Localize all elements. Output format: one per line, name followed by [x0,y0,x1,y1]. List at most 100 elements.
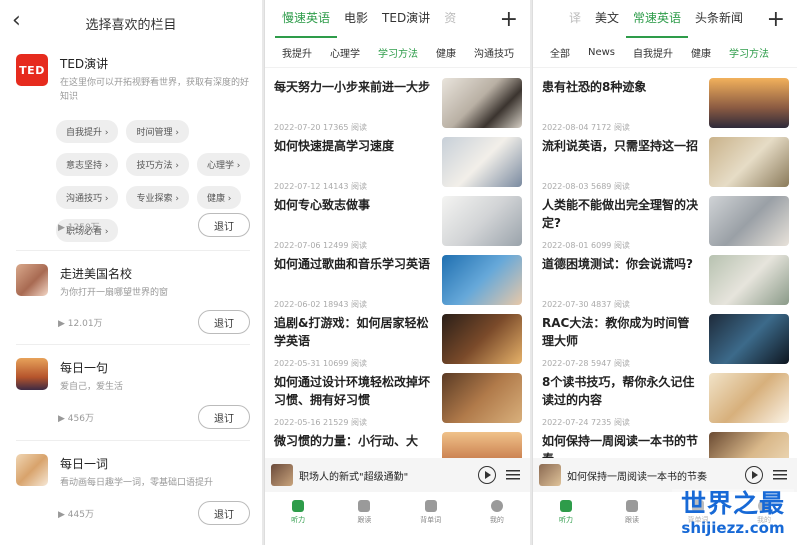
category-tabs: 全部 News 自我提升 健康 学习方法 [533,38,797,68]
article-card[interactable]: 追剧&打游戏：如何居家轻松学英语 2022-05-31 10699 阅读 [273,314,522,372]
nav-label: 我的 [489,515,504,524]
unsubscribe-button[interactable]: 退订 [198,405,250,429]
article-thumbnail [442,196,522,246]
tab-partial[interactable]: 资 [437,9,463,38]
channel-thumbnail [16,454,48,486]
player-title: 如何保持一周阅读一本书的节奏 [567,471,707,483]
nav-me[interactable]: 我的 [464,494,530,530]
watermark-url: shijiezz.com [681,519,785,537]
article-card[interactable]: 人类能不能做出完全理智的决定? 2022-08-01 6099 阅读 [541,196,789,254]
divider [16,344,250,345]
play-icon[interactable] [478,466,496,484]
tab-ted[interactable]: TED演讲 [375,9,437,38]
play-count: ▶ 445万 [58,510,94,520]
article-thumbnail [442,373,522,423]
article-title: 微习惯的力量：小行动、大 [274,434,419,448]
play-count: ▶ 456万 [58,414,94,424]
nav-read-along[interactable]: 跟读 [599,494,665,530]
bottom-nav: 听力 跟读 背单词 我的 [265,494,530,530]
tag-chip[interactable]: 专业探索 › [126,186,189,209]
mini-player[interactable]: 职场人的新式"超级通勤" [265,458,530,492]
unsubscribe-button[interactable]: 退订 [198,213,250,237]
channel-item-us-schools: 走进美国名校 为你打开一扇哪望世界的窗 ▶ 12.01万 退订 [16,264,250,334]
mic-icon [626,499,638,512]
playlist-icon[interactable] [506,469,520,481]
nav-listening[interactable]: 听力 [265,494,331,530]
subtab[interactable]: 心理学 [321,45,369,60]
tag-chip[interactable]: 技巧方法 › [126,153,189,176]
book-icon [424,499,437,512]
tag-chip[interactable]: 自我提升 › [56,120,119,143]
nav-listening[interactable]: 听力 [533,494,599,530]
article-thumbnail [709,314,789,364]
tag-chip[interactable]: 时间管理 › [126,120,189,143]
article-card[interactable]: 如何通过设计环境轻松改掉坏习惯、拥有好习惯 2022-05-16 21529 阅读 [273,373,522,431]
site-watermark: 世界之最 shijiezz.com [672,489,794,543]
article-meta: 2022-07-20 17365 阅读 [274,123,368,132]
subtab[interactable]: 全部 [541,45,579,60]
tag-chip[interactable]: 沟通技巧 › [56,186,119,209]
nav-read-along[interactable]: 跟读 [331,494,397,530]
article-thumbnail [442,255,522,305]
home-icon [292,499,305,512]
channel-desc: 为你打开一扇哪望世界的窗 [60,288,169,298]
article-title: 如何通过设计环境轻松改掉坏习惯、拥有好习惯 [274,375,431,407]
article-meta: 2022-07-30 4837 阅读 [542,300,630,309]
article-card[interactable]: 如何通过歌曲和音乐学习英语 2022-06-02 18943 阅读 [273,255,522,313]
tab-normal-english[interactable]: 常速英语 [626,9,689,38]
tab-movies[interactable]: 电影 [337,9,375,38]
article-meta: 2022-08-01 6099 阅读 [542,241,630,250]
watermark-title: 世界之最 [680,489,785,518]
article-card[interactable]: 每天努力一小步来前进一大步 2022-07-20 17365 阅读 [273,78,522,136]
article-card[interactable]: RAC大法：教你成为时间管理大师 2022-07-28 5947 阅读 [541,314,789,372]
unsubscribe-button[interactable]: 退订 [198,501,250,525]
divider [16,440,250,441]
article-meta: 2022-06-02 18943 阅读 [274,300,368,309]
tag-chip[interactable]: 心理学 › [196,153,251,176]
subtab-active[interactable]: 学习方法 [369,45,427,60]
tab-slow-english[interactable]: 慢速英语 [275,9,338,38]
subtab[interactable]: News [579,47,624,58]
channel-name: TED演讲 [60,57,109,71]
subtab[interactable]: 健康 [682,45,720,60]
unsubscribe-button[interactable]: 退订 [198,310,250,334]
tag-chip[interactable]: 意志坚持 › [56,153,119,176]
add-channel-icon[interactable]: + [500,9,518,31]
back-arrow-icon[interactable]: ‹ [12,10,21,32]
article-thumbnail [442,314,522,364]
add-channel-icon[interactable]: + [767,9,785,31]
player-title: 职场人的新式"超级通勤" [299,471,409,483]
article-card[interactable]: 道德困境测试：你会说谎吗? 2022-07-30 4837 阅读 [541,255,789,313]
channel-name: 走进美国名校 [60,267,133,281]
tab-essays[interactable]: 美文 [588,9,626,38]
nav-vocabulary[interactable]: 背单词 [398,494,464,530]
article-thumbnail [709,196,789,246]
channel-thumbnail [16,358,48,390]
subtab[interactable]: 我提升 [273,45,321,60]
tab-headlines[interactable]: 头条新闻 [688,9,750,38]
channel-thumbnail [16,264,48,296]
channel-item-ted: TED TED演讲 在这里你可以开拓视野看世界，获取有深度的好知识 自我提升 ›… [16,54,251,244]
channel-desc: 在这里你可以开拓视野看世界，获取有深度的好知识 [60,78,250,102]
mini-player[interactable]: 如何保持一周阅读一本书的节奏 [533,458,797,492]
category-tabs: 我提升 心理学 学习方法 健康 沟通技巧 [265,38,530,68]
channel-item-daily-word: 每日一词 看动画每日趣学一词，零基础口语提升 ▶ 445万 退订 [16,454,250,534]
subtab[interactable]: 自我提升 [624,45,682,60]
channel-select-panel: ‹ 选择喜欢的栏目 TED TED演讲 在这里你可以开拓视野看世界，获取有深度的… [0,0,262,545]
article-card[interactable]: 8个读书技巧，帮你永久记住读过的内容 2022-07-24 7235 阅读 [541,373,789,431]
article-thumbnail [709,137,789,187]
subtab[interactable]: 沟通技巧 [465,45,523,60]
tab-partial[interactable]: 译 [569,9,588,38]
play-icon[interactable] [745,466,763,484]
article-card[interactable]: 如何专心致志做事 2022-07-06 12499 阅读 [273,196,522,254]
article-card[interactable]: 如何快速提高学习速度 2022-07-12 14143 阅读 [273,137,522,195]
tag-chip[interactable]: 健康 › [196,186,242,209]
article-card[interactable]: 流利说英语，只需坚持这一招 2022-08-03 5689 阅读 [541,137,789,195]
subtab-active[interactable]: 学习方法 [720,45,778,60]
player-thumbnail [271,464,293,486]
playlist-icon[interactable] [773,469,787,481]
subtab[interactable]: 健康 [427,45,465,60]
article-thumbnail [442,78,522,128]
article-card[interactable]: 患有社恐的8种迹象 2022-08-04 7172 阅读 [541,78,789,136]
article-meta: 2022-07-12 14143 阅读 [274,182,368,191]
